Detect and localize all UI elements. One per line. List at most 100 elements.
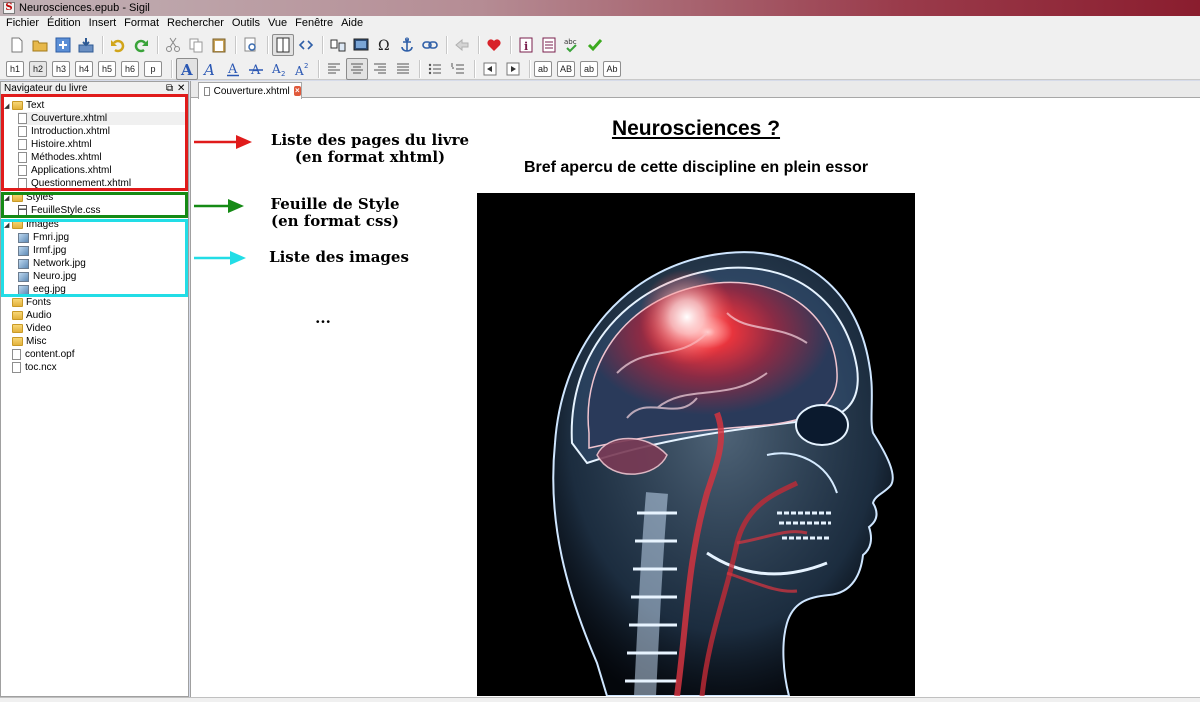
tree-file-network[interactable]: Network.jpg [18, 257, 86, 270]
undo-icon [111, 39, 125, 52]
tree-file-fmri[interactable]: Fmri.jpg [18, 231, 69, 244]
heading-1-button[interactable]: h1 [6, 60, 24, 77]
metadata-button[interactable]: i [515, 34, 537, 56]
lowercase-button[interactable]: ab [534, 60, 552, 77]
spellcheck-button[interactable]: abc [561, 34, 583, 56]
insert-anchor-button[interactable] [396, 34, 418, 56]
expand-arrow-icon[interactable]: ◢ [4, 194, 12, 202]
tree-file-irmf[interactable]: Irmf.jpg [18, 244, 66, 257]
superscript-button[interactable]: A2 [291, 58, 313, 80]
menu-insert[interactable]: Insert [85, 16, 121, 31]
heading-4-button[interactable]: h4 [75, 60, 93, 77]
insert-special-char-button[interactable]: Ω [373, 34, 395, 56]
subscript-button[interactable]: A2 [268, 58, 290, 80]
undo-button[interactable] [107, 34, 129, 56]
heading-3-button[interactable]: h3 [52, 60, 70, 77]
book-view-icon [276, 37, 290, 52]
print-preview-button[interactable] [240, 34, 262, 56]
menu-rechercher[interactable]: Rechercher [163, 16, 228, 31]
file-label: Neuro.jpg [33, 271, 77, 282]
align-left-button[interactable] [323, 58, 345, 80]
tree-file-histoire[interactable]: Histoire.xhtml [18, 138, 92, 151]
expand-arrow-icon[interactable]: ◢ [4, 221, 12, 229]
paragraph-button[interactable]: p [144, 60, 162, 77]
redo-button[interactable] [130, 34, 152, 56]
donate-button[interactable] [483, 34, 505, 56]
tree-file-toc-ncx[interactable]: toc.ncx [12, 361, 57, 374]
menu-outils[interactable]: Outils [228, 16, 264, 31]
tab-couverture[interactable]: Couverture.xhtml × [198, 82, 302, 99]
save-button[interactable] [75, 34, 97, 56]
toolbar-separator [157, 35, 158, 54]
menu-aide[interactable]: Aide [337, 16, 367, 31]
open-file-button[interactable] [29, 34, 51, 56]
decrease-indent-button[interactable] [479, 58, 501, 80]
tree-file-eeg[interactable]: eeg.jpg [18, 283, 66, 296]
copy-button[interactable] [185, 34, 207, 56]
menu-fichier[interactable]: Fichier [2, 16, 43, 31]
heading-5-button[interactable]: h5 [98, 60, 116, 77]
bullet-list-button[interactable] [424, 58, 446, 80]
cut-button[interactable] [162, 34, 184, 56]
ellipsis-annotation: ... [315, 309, 331, 327]
tree-file-couverture[interactable]: Couverture.xhtml [18, 112, 186, 125]
tree-file-introduction[interactable]: Introduction.xhtml [18, 125, 110, 138]
back-button[interactable] [451, 34, 473, 56]
tab-close-icon[interactable]: × [293, 86, 301, 96]
tree-file-neuro[interactable]: Neuro.jpg [18, 270, 76, 283]
tree-folder-images[interactable]: ◢ Images [4, 218, 59, 231]
tree-file-content-opf[interactable]: content.opf [12, 348, 74, 361]
tree-folder-text[interactable]: ◢ Text [4, 99, 44, 112]
increase-indent-button[interactable] [502, 58, 524, 80]
menu-format[interactable]: Format [120, 16, 163, 31]
strikethrough-button[interactable]: A [245, 58, 267, 80]
heading-6-button[interactable]: h6 [121, 60, 139, 77]
file-label: FeuilleStyle.css [31, 205, 101, 216]
bold-button[interactable]: A [176, 57, 198, 80]
insert-image-button[interactable] [350, 34, 372, 56]
toc-button[interactable] [538, 34, 560, 56]
code-view-button[interactable] [295, 34, 317, 56]
align-justify-button[interactable] [392, 58, 414, 80]
numbered-list-button[interactable] [447, 58, 469, 80]
tree-file-methodes[interactable]: Méthodes.xhtml [18, 151, 102, 164]
titlecase-button[interactable]: Ab [603, 60, 621, 77]
page-title: Neurosciences ? [611, 117, 781, 140]
menu-fenetre[interactable]: Fenêtre [291, 16, 337, 31]
heading-2-button[interactable]: h2 [29, 60, 47, 77]
page-subtitle: Bref apercu de cette discipline en plein… [523, 159, 869, 176]
tree-folder-video[interactable]: Video [12, 322, 51, 335]
validate-button[interactable] [584, 34, 606, 56]
underline-button[interactable]: A [222, 58, 244, 80]
align-right-button[interactable] [369, 58, 391, 80]
folder-icon [12, 311, 23, 320]
add-file-button[interactable] [52, 34, 74, 56]
sentence-case-button[interactable]: ab [580, 60, 598, 77]
split-chapter-button[interactable] [327, 34, 349, 56]
file-label: Couverture.xhtml [31, 113, 108, 124]
editor-panel: Couverture.xhtml × Neurosciences ? Bref … [190, 81, 1200, 697]
undock-icon[interactable]: ⧉ [166, 82, 173, 96]
tree-file-questionnement[interactable]: Questionnement.xhtml [18, 177, 131, 190]
pages-annotation-arrow-icon [194, 135, 252, 149]
tree-folder-styles[interactable]: ◢ Styles [4, 191, 53, 204]
align-center-button[interactable] [346, 57, 368, 80]
open-folder-icon [32, 40, 48, 51]
insert-link-button[interactable] [419, 34, 441, 56]
menu-vue[interactable]: Vue [264, 16, 291, 31]
tree-folder-misc[interactable]: Misc [12, 335, 47, 348]
sigil-app-icon: S [3, 2, 15, 14]
italic-button[interactable]: A [199, 58, 221, 80]
tree-file-feuillestyle[interactable]: FeuilleStyle.css [18, 204, 100, 217]
paste-button[interactable] [208, 34, 230, 56]
expand-arrow-icon[interactable]: ◢ [4, 102, 12, 110]
tree-folder-fonts[interactable]: Fonts [12, 296, 51, 309]
menu-edition[interactable]: Édition [43, 16, 85, 31]
uppercase-button[interactable]: AB [557, 60, 575, 77]
new-file-button[interactable] [6, 34, 28, 56]
align-justify-icon [397, 63, 409, 73]
tree-folder-audio[interactable]: Audio [12, 309, 52, 322]
book-view-button[interactable] [272, 33, 294, 56]
close-icon[interactable]: ✕ [177, 82, 185, 96]
tree-file-applications[interactable]: Applications.xhtml [18, 164, 112, 177]
